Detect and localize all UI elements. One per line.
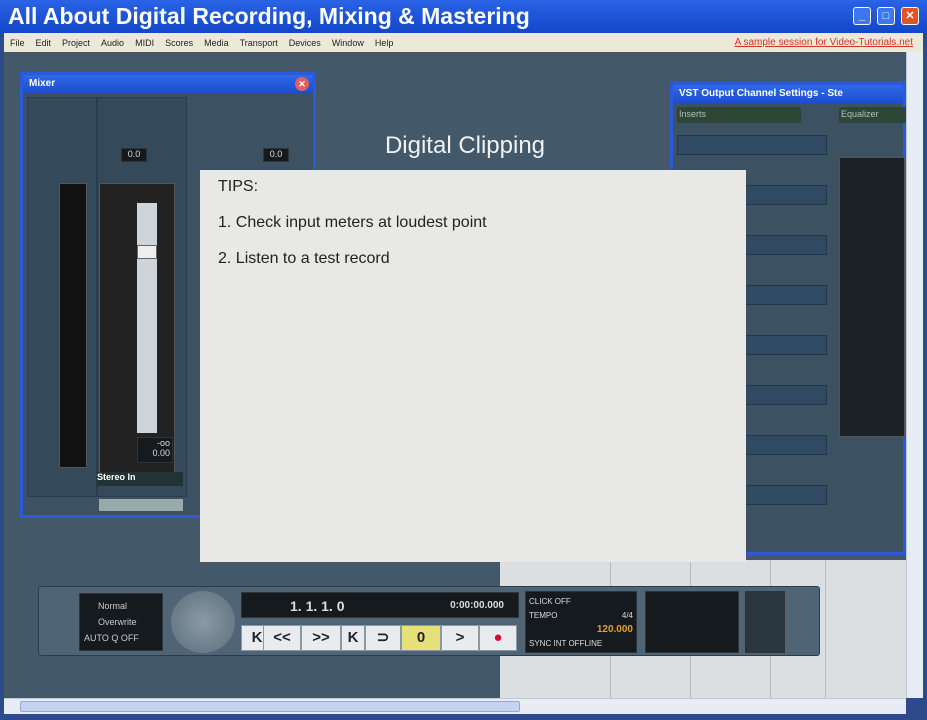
menu-bar: File Edit Project Audio MIDI Scores Medi… [4, 33, 923, 52]
marker-panel [645, 591, 739, 653]
sync-offline: OFFLINE [568, 639, 603, 648]
menu-project[interactable]: Project [62, 38, 90, 48]
menu-help[interactable]: Help [375, 38, 394, 48]
sync-int: INT [553, 639, 567, 648]
play-button[interactable]: > [441, 625, 479, 651]
record-mode[interactable]: Normal [84, 598, 158, 614]
insert-slot[interactable] [677, 135, 827, 155]
output-meter [745, 591, 785, 653]
channel-name[interactable]: Stereo In [97, 472, 183, 486]
stop-button[interactable]: 0 [401, 625, 441, 651]
rewind-button[interactable]: << [263, 625, 301, 651]
auto-quantize[interactable]: AUTO Q [84, 633, 118, 643]
maximize-button[interactable]: □ [877, 7, 895, 25]
slide-heading: Digital Clipping [384, 132, 546, 159]
mixer-close-button[interactable]: ✕ [295, 77, 309, 91]
menu-edit[interactable]: Edit [36, 38, 52, 48]
menu-midi[interactable]: MIDI [135, 38, 154, 48]
vst-title: VST Output Channel Settings - Ste [679, 88, 843, 99]
record-button[interactable]: ● [479, 625, 517, 651]
click-label[interactable]: CLICK [529, 597, 553, 606]
tempo-value: 120.000 [596, 624, 633, 635]
bar-position[interactable]: 1. 1. 1. 0 [290, 598, 344, 614]
horizontal-scroll-thumb[interactable] [20, 701, 520, 712]
menu-file[interactable]: File [10, 38, 25, 48]
tips-title: TIPS: [218, 178, 259, 195]
volume-fader[interactable] [137, 203, 157, 433]
channel-value-2[interactable]: 0.0 [263, 148, 289, 162]
mixer-titlebar[interactable]: Mixer ✕ [23, 75, 313, 93]
promo-link[interactable]: A sample session for Video-Tutorials.net [735, 37, 913, 48]
channel-value[interactable]: 0.0 [121, 148, 147, 162]
window-title: All About Digital Recording, Mixing & Ma… [8, 3, 530, 29]
inserts-header: Inserts [677, 107, 801, 123]
fader-readout: -oo 0.00 [137, 437, 173, 463]
title-bar: All About Digital Recording, Mixing & Ma… [0, 0, 927, 33]
tip-item: 1. Check input meters at loudest point [218, 214, 487, 231]
cycle-button[interactable]: ⊃ [365, 625, 401, 651]
tip-item: 2. Listen to a test record [218, 250, 390, 267]
jog-wheel[interactable] [171, 591, 235, 653]
menu-transport[interactable]: Transport [240, 38, 278, 48]
menu-media[interactable]: Media [204, 38, 229, 48]
vst-titlebar[interactable]: VST Output Channel Settings - Ste [673, 85, 903, 103]
eq-meter [839, 157, 905, 437]
vertical-scrollbar[interactable] [906, 52, 923, 698]
menu-scores[interactable]: Scores [165, 38, 193, 48]
click-state: OFF [554, 597, 571, 606]
menu-window[interactable]: Window [332, 38, 364, 48]
time-signature: 4/4 [621, 611, 633, 620]
record-mode-panel: Normal Overwrite AUTO Q OFF [79, 593, 163, 651]
fast-forward-button[interactable]: >> [301, 625, 341, 651]
tempo-panel: CLICK OFF TEMPO 4/4 120.000 SYNC INT OFF… [525, 591, 637, 653]
position-display: 1. 1. 1. 0 0:00:00.000 [241, 592, 519, 618]
equalizer-header: Equalizer [839, 107, 909, 123]
time-position[interactable]: 0:00:00.000 [450, 600, 504, 611]
tempo-label[interactable]: TEMPO [529, 611, 557, 620]
mixer-title: Mixer [29, 78, 56, 89]
menu-audio[interactable]: Audio [101, 38, 124, 48]
transport-panel: Normal Overwrite AUTO Q OFF 1. 1. 1. 0 0… [38, 586, 820, 656]
auto-q-off: OFF [120, 633, 139, 643]
mixer-tools-column [59, 183, 87, 468]
minimize-button[interactable]: _ [853, 7, 871, 25]
overwrite-mode[interactable]: Overwrite [84, 614, 158, 630]
sync-label[interactable]: SYNC [529, 639, 551, 648]
close-button[interactable]: ✕ [901, 7, 919, 25]
channel-scrollbar[interactable] [99, 499, 183, 511]
tips-panel: TIPS: 1. Check input meters at loudest p… [200, 170, 746, 562]
go-to-end-button[interactable]: K [341, 625, 365, 651]
menu-devices[interactable]: Devices [289, 38, 321, 48]
fader-handle[interactable] [137, 245, 157, 259]
